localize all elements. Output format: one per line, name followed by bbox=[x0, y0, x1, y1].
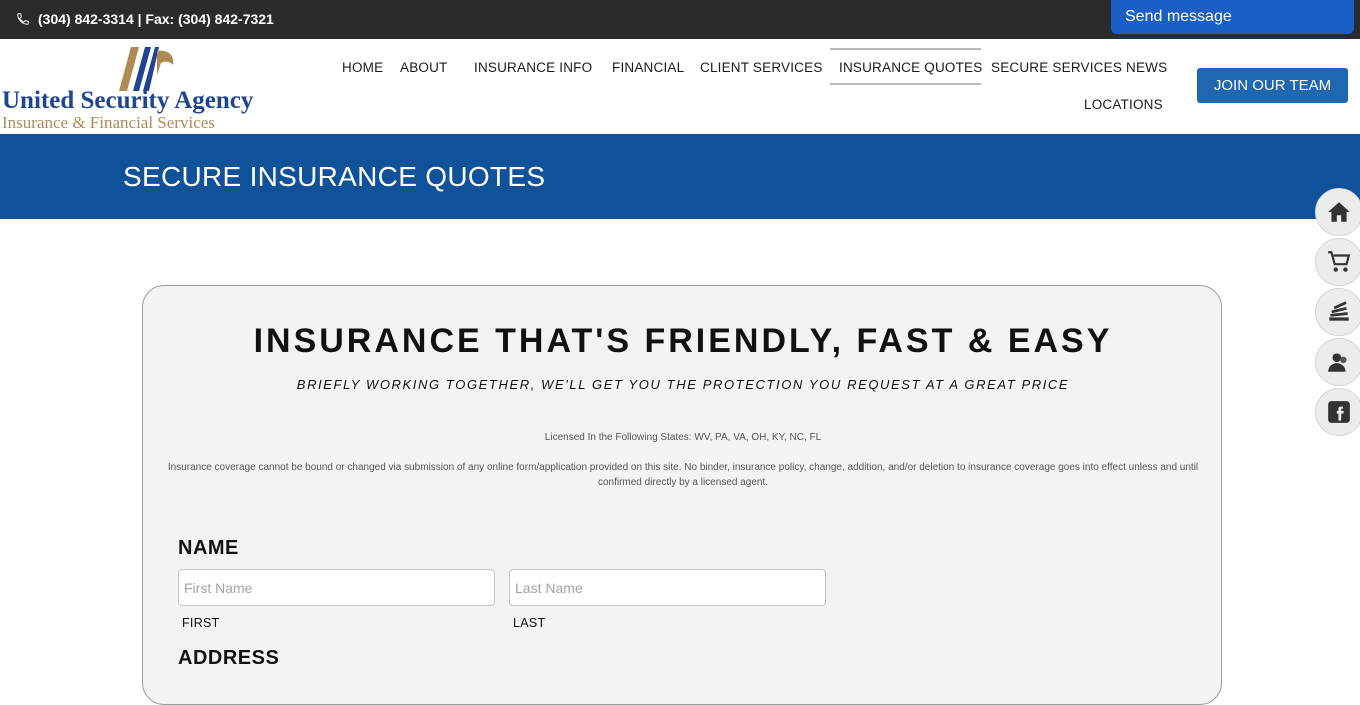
form-heading: INSURANCE THAT'S FRIENDLY, FAST & EASY bbox=[253, 322, 1113, 360]
page-banner: SECURE INSURANCE QUOTES bbox=[0, 134, 1360, 219]
nav-financial[interactable]: FINANCIAL bbox=[612, 60, 684, 75]
first-name-sublabel: FIRST bbox=[182, 616, 220, 630]
brand-name: United Security Agency bbox=[2, 87, 254, 114]
side-home-button[interactable] bbox=[1315, 188, 1360, 236]
home-icon bbox=[1328, 202, 1350, 222]
join-our-team-button[interactable]: JOIN OUR TEAM bbox=[1197, 68, 1348, 103]
person-icon bbox=[1328, 353, 1347, 372]
contact-text: (304) 842-3314 | Fax: (304) 842-7321 bbox=[38, 11, 274, 27]
side-toolbar bbox=[1315, 188, 1360, 438]
nav-about[interactable]: ABOUT bbox=[400, 60, 448, 75]
contact-info: (304) 842-3314 | Fax: (304) 842-7321 bbox=[16, 11, 274, 27]
send-message-button[interactable]: Send message bbox=[1111, 0, 1354, 34]
stack-icon bbox=[1329, 301, 1349, 321]
nav-insurance-quotes[interactable]: INSURANCE QUOTES bbox=[839, 60, 982, 75]
cart-icon bbox=[1328, 251, 1351, 272]
eagle-logo-icon bbox=[119, 47, 174, 91]
nav-home[interactable]: HOME bbox=[342, 60, 383, 75]
nav-active-indicator-top bbox=[830, 48, 981, 50]
last-name-sublabel: LAST bbox=[513, 616, 546, 630]
logo[interactable]: United Security Agency Insurance & Finan… bbox=[0, 43, 300, 132]
quote-form-card: INSURANCE THAT'S FRIENDLY, FAST & EASY B… bbox=[142, 285, 1222, 705]
address-label: ADDRESS bbox=[178, 647, 280, 669]
side-contact-button[interactable] bbox=[1315, 338, 1360, 386]
facebook-icon bbox=[1328, 401, 1350, 423]
phone-icon bbox=[17, 13, 29, 25]
name-label: NAME bbox=[178, 537, 239, 559]
nav-active-indicator-bottom bbox=[830, 83, 981, 85]
nav-locations[interactable]: LOCATIONS bbox=[1084, 97, 1163, 112]
nav-news[interactable]: NEWS bbox=[1126, 60, 1167, 75]
first-name-input[interactable] bbox=[178, 569, 495, 606]
nav-secure-services[interactable]: SECURE SERVICES bbox=[991, 60, 1122, 75]
last-name-input[interactable] bbox=[509, 569, 826, 606]
coverage-disclaimer: Insurance coverage cannot be bound or ch… bbox=[167, 462, 1199, 488]
header: United Security Agency Insurance & Finan… bbox=[0, 39, 1360, 134]
side-stack-button[interactable] bbox=[1315, 288, 1360, 336]
nav-client-services[interactable]: CLIENT SERVICES bbox=[700, 60, 823, 75]
top-bar: (304) 842-3314 | Fax: (304) 842-7321 Sen… bbox=[0, 0, 1360, 39]
side-cart-button[interactable] bbox=[1315, 238, 1360, 286]
side-facebook-button[interactable] bbox=[1315, 388, 1360, 436]
page-title: SECURE INSURANCE QUOTES bbox=[123, 161, 546, 192]
form-tagline: BRIEFLY WORKING TOGETHER, WE'LL GET YOU … bbox=[296, 377, 1070, 392]
brand-subtitle: Insurance & Financial Services bbox=[2, 113, 215, 132]
nav-insurance-info[interactable]: INSURANCE INFO bbox=[474, 60, 592, 75]
licensed-states: Licensed In the Following States: WV, PA… bbox=[544, 432, 822, 443]
